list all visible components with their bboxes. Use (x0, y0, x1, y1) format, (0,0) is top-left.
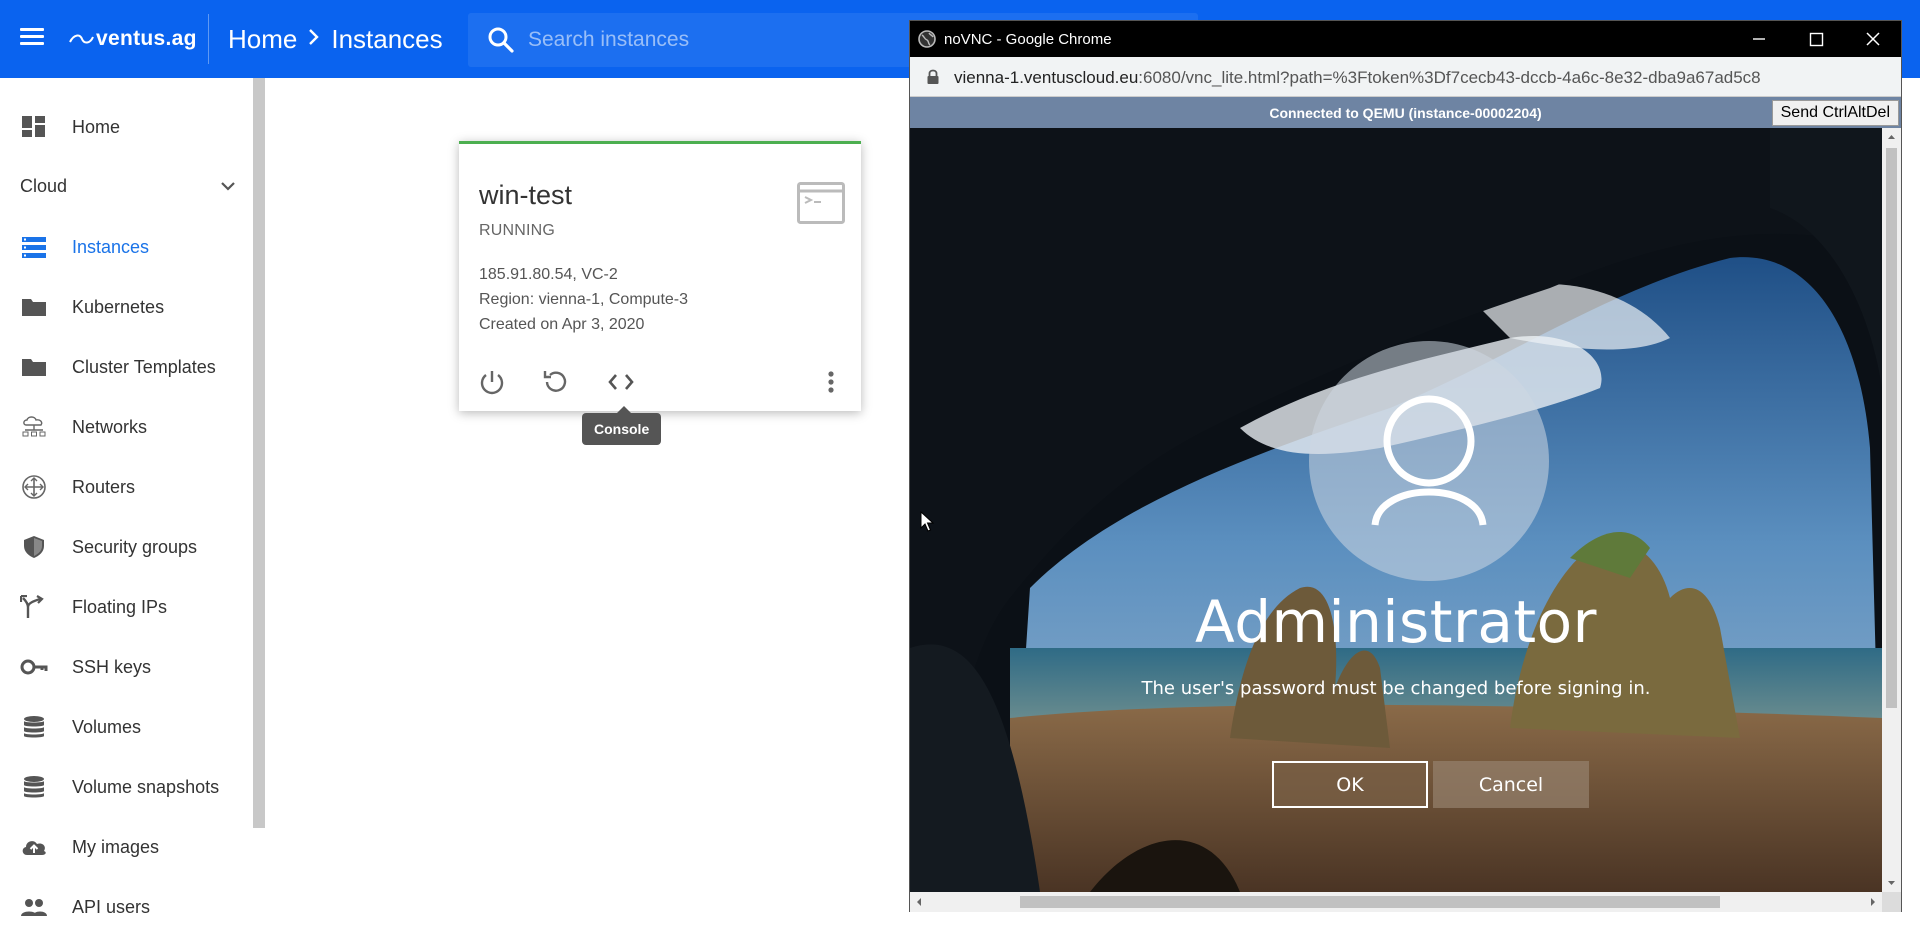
sidebar-scrollbar[interactable] (253, 78, 265, 828)
power-icon[interactable] (477, 367, 507, 397)
close-icon[interactable] (1845, 21, 1901, 57)
url-text[interactable]: vienna-1.ventuscloud.eu:6080/vnc_lite.ht… (954, 68, 1761, 88)
logo-mark-icon (69, 34, 94, 44)
url-path: :6080/vnc_lite.html?path=%3Ftoken%3Df7ce… (1138, 68, 1761, 87)
sidebar-item-label: API users (72, 897, 151, 917)
sidebar-item-label: Instances (72, 237, 150, 257)
sidebar-section-label: Cloud (20, 176, 68, 196)
console-code-icon[interactable] (606, 367, 636, 397)
user-avatar (1309, 341, 1549, 581)
sidebar-item-floating-ips[interactable]: Floating IPs (0, 583, 250, 631)
instance-status: RUNNING (479, 222, 556, 239)
terminal-icon (797, 182, 845, 224)
lock-icon (927, 69, 939, 84)
instance-region: Region: vienna-1, Compute-3 (479, 291, 689, 308)
sidebar-item-label: Home (72, 117, 121, 137)
sidebar-item-label: SSH keys (72, 657, 152, 677)
sidebar-item-home[interactable]: Home (0, 103, 250, 151)
url-host: vienna-1.ventuscloud.eu (954, 68, 1139, 87)
breadcrumb-home[interactable]: Home (228, 24, 297, 55)
instance-address: 185.91.80.54, VC-2 (479, 266, 618, 283)
database-icon (24, 716, 44, 738)
lock-screen-username: Administrator (1195, 588, 1597, 656)
cancel-button[interactable]: Cancel (1433, 761, 1589, 808)
sidebar-item-kubernetes[interactable]: Kubernetes (0, 283, 250, 331)
horizontal-scroll-thumb[interactable] (1020, 896, 1720, 908)
send-ctrl-alt-del-button[interactable]: Send CtrlAltDel (1771, 100, 1899, 126)
shield-icon (24, 536, 44, 558)
scroll-right-arrow-icon[interactable] (1866, 892, 1880, 912)
sidebar-item-volume-snapshots[interactable]: Volume snapshots (0, 763, 250, 811)
breadcrumb-instances: Instances (331, 23, 443, 54)
logo-text: ventus.ag (96, 27, 197, 50)
sidebar-item-networks[interactable]: Networks (0, 403, 250, 451)
novnc-status-bar: Connected to QEMU (instance-00002204) Se… (910, 97, 1901, 128)
vertical-scroll-thumb[interactable] (1886, 148, 1897, 708)
sidebar-item-security-groups[interactable]: Security groups (0, 523, 250, 571)
sidebar-item-label: My images (72, 837, 160, 857)
address-bar[interactable]: vienna-1.ventuscloud.eu:6080/vnc_lite.ht… (910, 57, 1901, 97)
sidebar-item-cluster-templates[interactable]: Cluster Templates (0, 343, 250, 391)
chevron-down-icon (221, 182, 235, 191)
sidebar-section-cloud[interactable]: Cloud (20, 168, 242, 204)
reboot-icon[interactable] (541, 367, 571, 397)
network-icon (22, 416, 46, 437)
scroll-left-arrow-icon[interactable] (912, 892, 926, 912)
logo[interactable]: ventus.ag (68, 24, 197, 54)
instance-name[interactable]: win-test (479, 180, 572, 211)
cloud-upload-icon (22, 841, 46, 855)
instance-card[interactable]: win-test RUNNING 185.91.80.54, VC-2 Regi… (459, 141, 861, 411)
console-tooltip: Console (582, 413, 662, 445)
router-icon (22, 475, 46, 499)
header-divider (208, 14, 209, 64)
sidebar-item-label: Security groups (72, 537, 198, 557)
vnc-connection-status: Connected to QEMU (instance-00002204) (1269, 105, 1542, 121)
lock-screen-message: The user's password must be changed befo… (1141, 678, 1651, 699)
vnc-screen[interactable]: Administrator The user's password must b… (910, 128, 1882, 892)
chrome-popup-window[interactable]: noVNC - Google Chrome vienna-1.ventusclo… (909, 20, 1902, 912)
dashboard-icon (22, 116, 45, 137)
sidebar-item-label: Volumes (72, 717, 142, 737)
scroll-up-arrow-icon[interactable] (1882, 130, 1901, 144)
scrollbar-corner (1882, 892, 1901, 912)
sidebar-item-label: Kubernetes (72, 297, 165, 317)
window-title: noVNC - Google Chrome (944, 31, 1112, 48)
sidebar: Home Cloud Instances Kubernetes Cluster … (0, 78, 254, 938)
ok-button[interactable]: OK (1272, 761, 1428, 808)
folder-icon (22, 359, 46, 376)
breadcrumb: Home Instances (228, 23, 443, 55)
sidebar-item-label: Floating IPs (72, 597, 168, 617)
hamburger-menu-icon[interactable] (20, 24, 50, 54)
mouse-cursor-icon (920, 511, 934, 532)
scroll-down-arrow-icon[interactable] (1882, 876, 1901, 890)
user-icon (1371, 395, 1487, 526)
sidebar-item-ssh-keys[interactable]: SSH keys (0, 643, 250, 691)
fork-icon (20, 595, 44, 618)
vertical-scrollbar[interactable] (1882, 128, 1901, 892)
search-icon (488, 27, 514, 53)
breadcrumb-separator (307, 24, 321, 55)
sidebar-item-label: Networks (72, 417, 148, 437)
horizontal-scrollbar[interactable] (910, 892, 1882, 912)
sidebar-item-volumes[interactable]: Volumes (0, 703, 250, 751)
sidebar-item-label: Volume snapshots (72, 777, 220, 797)
people-icon (21, 899, 47, 916)
folder-icon (22, 299, 46, 316)
sidebar-item-my-images[interactable]: My images (0, 823, 250, 871)
minimize-icon[interactable] (1731, 21, 1787, 57)
globe-icon (918, 30, 936, 48)
maximize-icon[interactable] (1788, 21, 1844, 57)
key-icon (20, 659, 48, 675)
sidebar-item-label: Cluster Templates (72, 357, 216, 377)
sidebar-item-routers[interactable]: Routers (0, 463, 250, 511)
database-icon (24, 776, 44, 798)
more-vert-icon[interactable] (816, 367, 846, 397)
sidebar-item-instances[interactable]: Instances (0, 223, 250, 271)
instances-icon (22, 237, 46, 258)
sidebar-item-label: Routers (72, 477, 136, 497)
chrome-titlebar[interactable]: noVNC - Google Chrome (910, 21, 1901, 57)
instance-created: Created on Apr 3, 2020 (479, 316, 645, 333)
sidebar-item-api-users[interactable]: API users (0, 883, 250, 931)
